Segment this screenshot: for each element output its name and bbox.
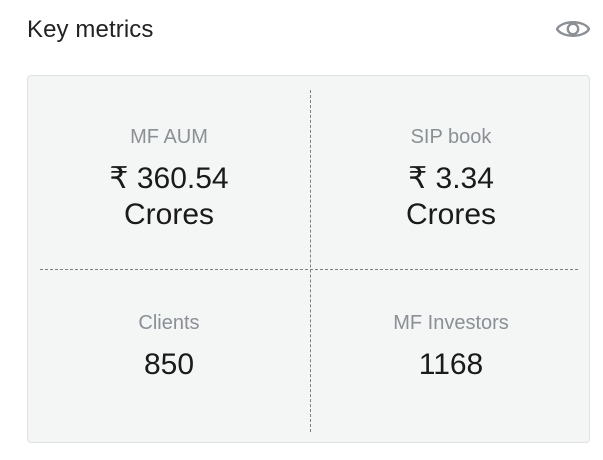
metric-label: SIP book — [410, 126, 492, 148]
eye-icon — [555, 21, 591, 37]
metric-mf-investors: MF Investors 1168 — [310, 312, 592, 383]
metric-value: ₹ 3.34 — [408, 162, 494, 195]
key-metrics-card: MF AUM ₹ 360.54 Crores SIP book ₹ 3.34 C… — [27, 75, 590, 443]
metric-sip-book: SIP book ₹ 3.34 Crores — [310, 126, 592, 233]
visibility-toggle-button[interactable] — [555, 14, 591, 44]
metric-value: 1168 — [418, 348, 484, 381]
metric-unit: Crores — [123, 198, 214, 231]
horizontal-divider — [40, 269, 578, 270]
metric-value: 850 — [143, 348, 195, 381]
metric-label: MF AUM — [130, 126, 208, 148]
metric-value: ₹ 360.54 — [109, 162, 229, 195]
metric-unit: Crores — [405, 198, 496, 231]
metric-label: MF Investors — [393, 312, 509, 334]
metric-label: Clients — [138, 312, 200, 334]
metric-mf-aum: MF AUM ₹ 360.54 Crores — [28, 126, 310, 233]
metric-clients: Clients 850 — [28, 312, 310, 383]
section-title: Key metrics — [27, 16, 154, 43]
